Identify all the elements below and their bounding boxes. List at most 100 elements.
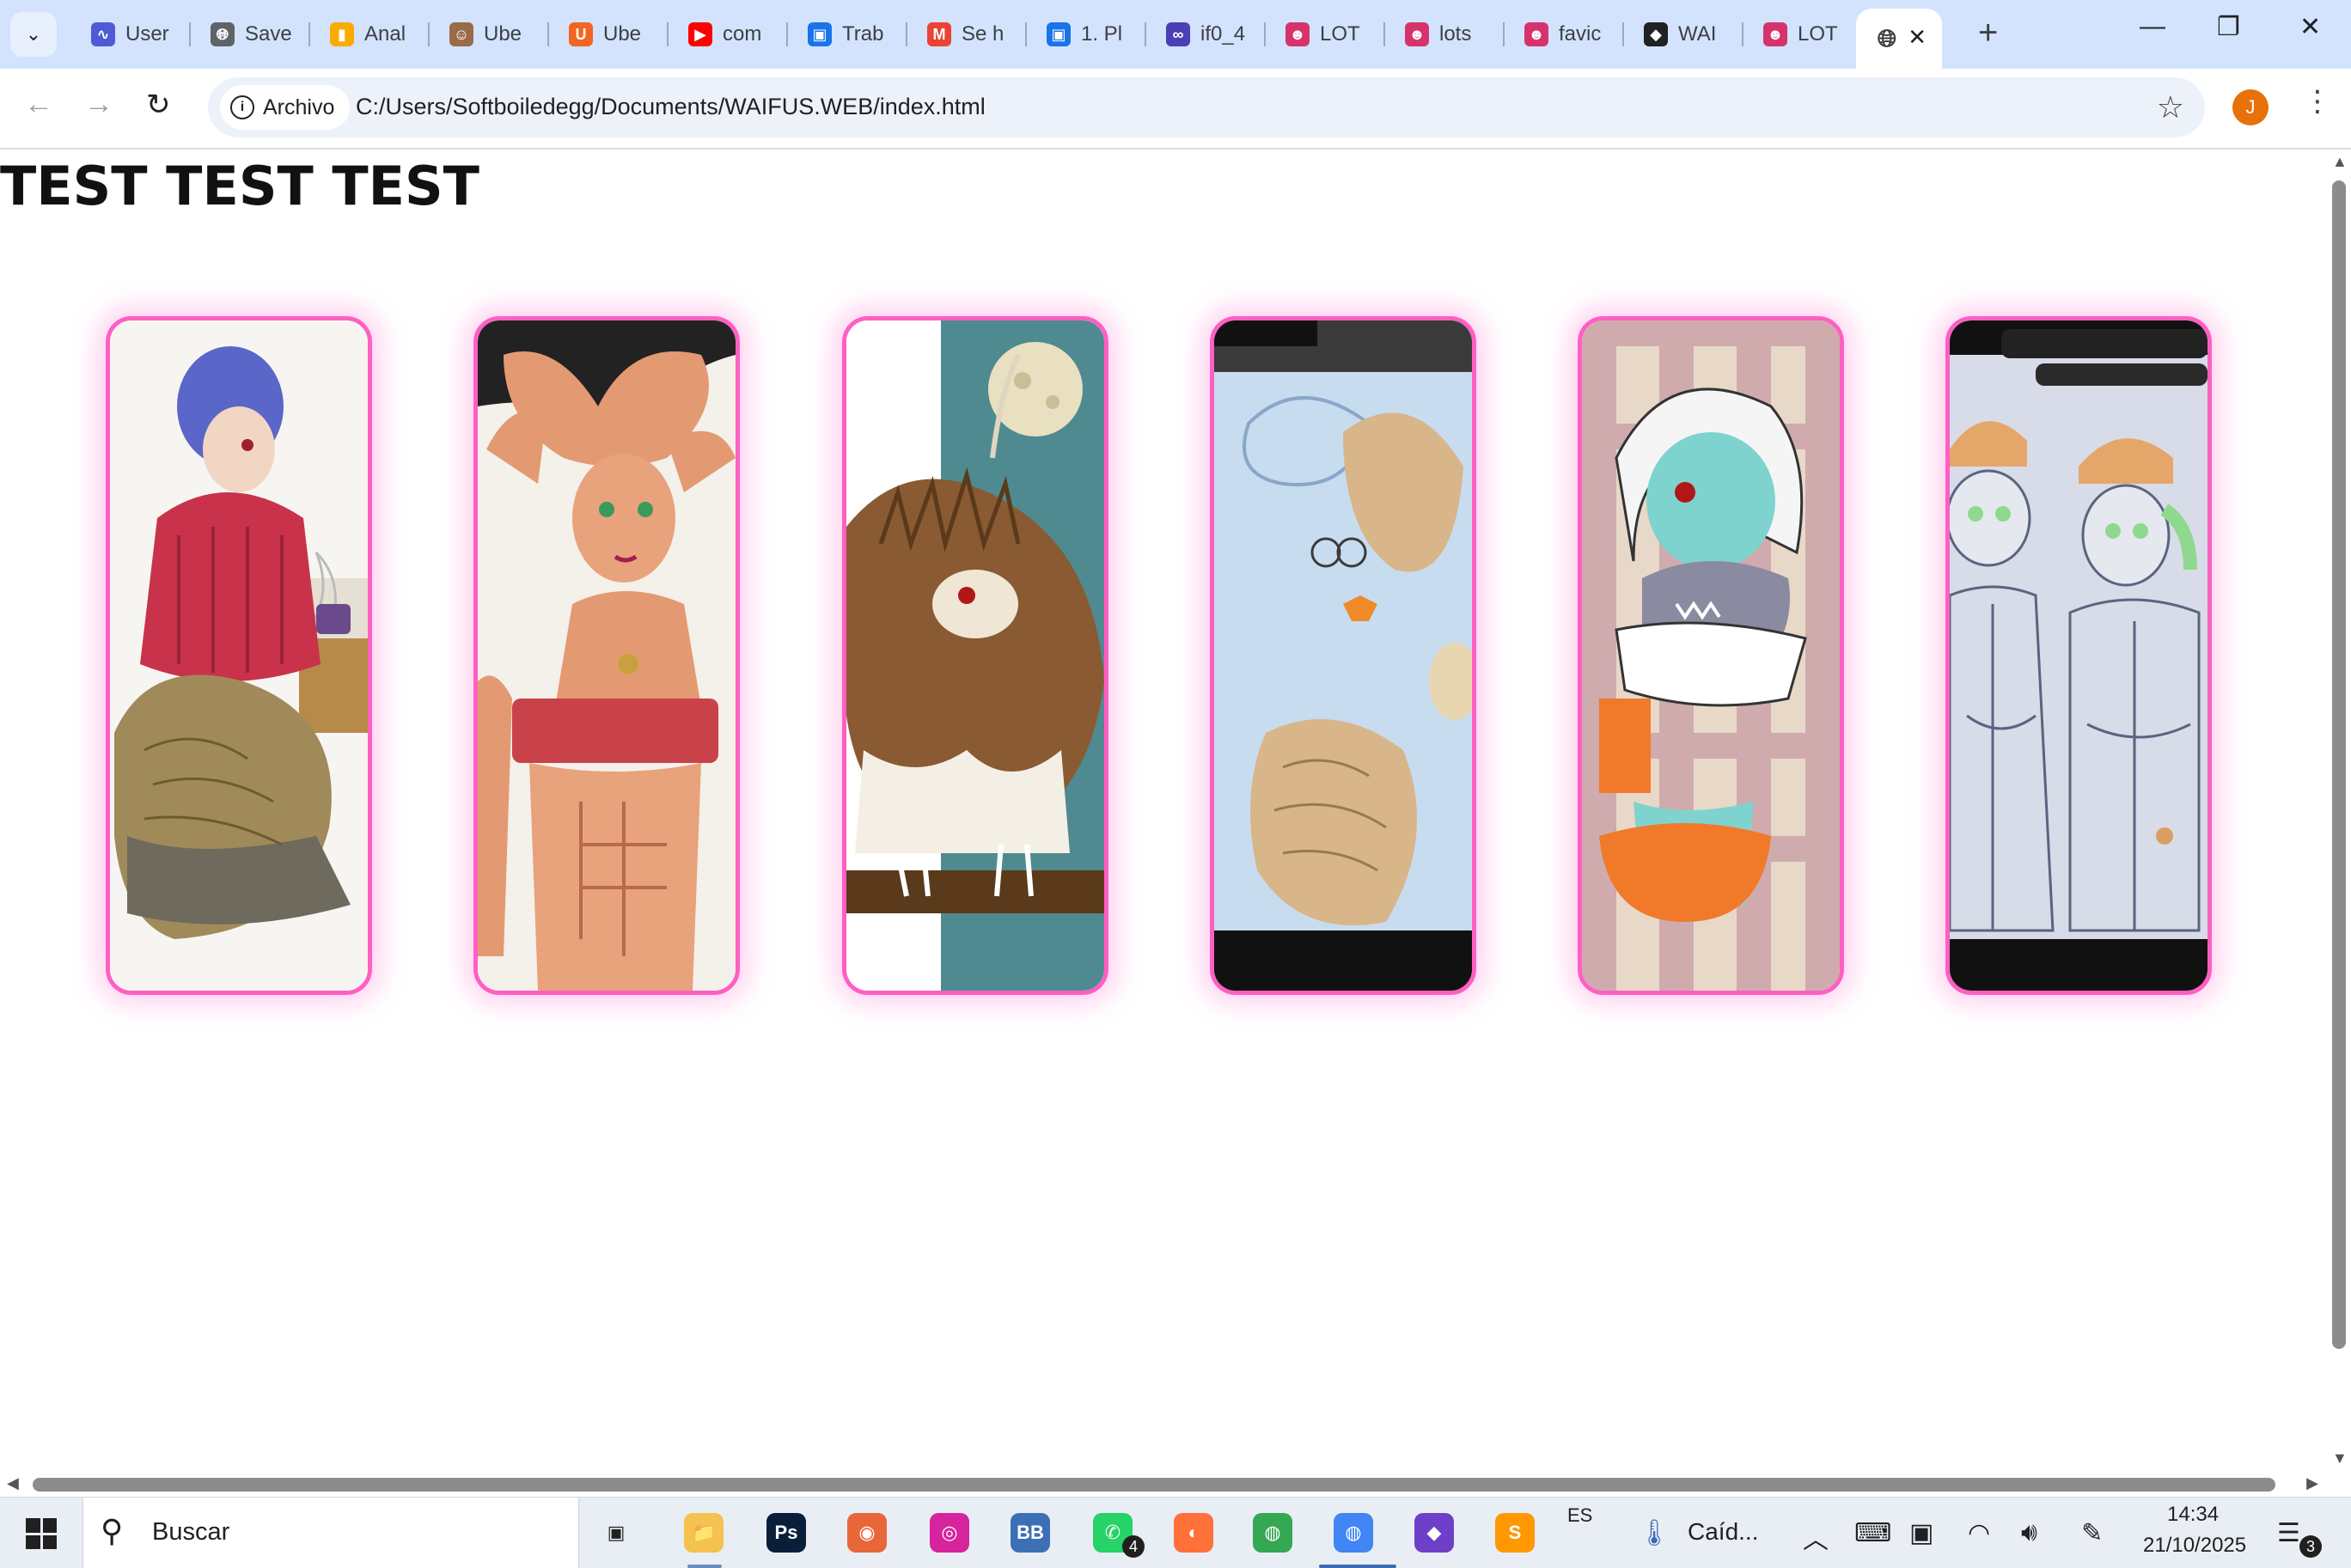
tab-10[interactable]: ∞ if0_4 xyxy=(1147,12,1266,57)
windows-start-icon[interactable] xyxy=(26,1518,57,1549)
bookmark-star-icon[interactable]: ☆ xyxy=(2157,89,2184,125)
device-icon[interactable]: ▣ xyxy=(1909,1518,1933,1548)
tab-8[interactable]: M Se h xyxy=(908,12,1027,57)
tab-search-button[interactable]: ⌄ xyxy=(10,12,57,57)
scroll-right-icon[interactable]: ▶ xyxy=(2306,1474,2318,1492)
infinity-icon: ∞ xyxy=(1166,22,1190,46)
scroll-up-icon[interactable]: ▲ xyxy=(2332,153,2348,171)
tab-3[interactable]: ▮ Anal xyxy=(311,12,430,57)
sublime-icon[interactable]: S xyxy=(1495,1513,1535,1553)
new-tab-button[interactable]: + xyxy=(1978,14,1998,52)
chevron-down-icon: ⌄ xyxy=(25,23,42,45)
youtube-icon: ▶ xyxy=(688,22,712,46)
tab-5[interactable]: U Ube xyxy=(550,12,669,57)
tab-separator xyxy=(1264,22,1266,46)
reload-button[interactable]: ↻ xyxy=(146,88,171,122)
scroll-left-icon[interactable]: ◀ xyxy=(7,1474,19,1492)
classroom-icon: ▣ xyxy=(808,22,832,46)
restore-button[interactable]: ❐ xyxy=(2217,12,2240,42)
close-tab-icon[interactable]: ✕ xyxy=(1908,24,1927,51)
tab-9[interactable]: ▣ 1. Pl xyxy=(1028,12,1146,57)
chrome-icon[interactable]: ◍ xyxy=(1253,1513,1292,1553)
taskbar-search[interactable]: ⚲ Buscar xyxy=(82,1498,579,1568)
tab-15[interactable]: ☻ LOT xyxy=(1744,12,1863,57)
tab-strip: ⌄ ∿ User 🌐︎ Save ▮ Anal ☺ Ube U Ube ▶ com ▣ Trab M Se h… xyxy=(0,0,2351,69)
tab-6[interactable]: ▶ com xyxy=(669,12,788,57)
tab-title: WAI xyxy=(1678,22,1717,46)
tab-4[interactable]: ☺ Ube xyxy=(431,12,549,57)
minimize-button[interactable]: — xyxy=(2140,12,2165,41)
tab-separator xyxy=(547,22,549,46)
scroll-down-icon[interactable]: ▼ xyxy=(2332,1449,2348,1467)
lots-icon: ☻ xyxy=(1524,22,1548,46)
lots-icon: ☻ xyxy=(1763,22,1787,46)
github-icon: ◆ xyxy=(1644,22,1668,46)
weather-text[interactable]: Caíd... xyxy=(1688,1518,1758,1546)
photoshop-icon[interactable]: Ps xyxy=(766,1513,806,1553)
github-desktop-icon[interactable]: ◆ xyxy=(1414,1513,1454,1553)
tab-14[interactable]: ◆ WAI xyxy=(1625,12,1743,57)
forward-button[interactable]: → xyxy=(84,88,113,121)
artwork-card-1[interactable] xyxy=(106,316,372,995)
tab-7[interactable]: ▣ Trab xyxy=(789,12,907,57)
tab-title: LOT xyxy=(1798,22,1838,46)
tab-separator xyxy=(308,22,310,46)
tab-active[interactable]: 🌐︎ ✕ xyxy=(1856,9,1942,69)
tab-12[interactable]: ☻ lots xyxy=(1386,12,1505,57)
site-info-chip[interactable]: i Archivo xyxy=(220,85,351,130)
task-view-icon[interactable]: ▣ xyxy=(596,1513,636,1553)
page-viewport: TEST TEST TEST xyxy=(0,149,2320,1469)
artwork-card-6[interactable] xyxy=(1945,316,2212,995)
globe-icon: 🌐︎ xyxy=(211,22,235,46)
running-indicator xyxy=(687,1565,722,1568)
tab-separator xyxy=(1025,22,1027,46)
profile-avatar[interactable]: J xyxy=(2232,89,2269,125)
tab-11[interactable]: ☻ LOT xyxy=(1267,12,1385,57)
pen-icon[interactable]: ✎ xyxy=(2081,1518,2103,1548)
wifi-icon[interactable]: ◠ xyxy=(1968,1518,1990,1548)
volume-icon[interactable]: 🔊︎ xyxy=(2021,1518,2037,1547)
clock-time[interactable]: 14:34 xyxy=(2167,1503,2219,1527)
vertical-scrollbar[interactable]: ▲ ▼ xyxy=(2325,149,2351,1471)
shark-girl-artwork xyxy=(1582,320,1840,991)
close-window-button[interactable]: ✕ xyxy=(2299,12,2321,42)
horizontal-scroll-thumb[interactable] xyxy=(33,1478,2275,1492)
artwork-card-2[interactable] xyxy=(473,316,740,995)
active-app-indicator xyxy=(1319,1565,1396,1568)
horizontal-scrollbar[interactable]: ◀ ▶ xyxy=(0,1471,2325,1497)
language-indicator[interactable]: ES xyxy=(1567,1504,1592,1527)
tab-title: com xyxy=(723,22,762,46)
info-icon: i xyxy=(230,95,254,119)
instagram-icon[interactable]: ◎ xyxy=(930,1513,969,1553)
artwork-card-3[interactable] xyxy=(842,316,1108,995)
file-explorer-icon[interactable]: 📁 xyxy=(684,1513,724,1553)
browser-menu-icon[interactable]: ⋮ xyxy=(2303,84,2332,119)
artwork-card-5[interactable] xyxy=(1578,316,1844,995)
firefox-icon[interactable]: ◐ xyxy=(1174,1513,1213,1553)
tab-title: Trab xyxy=(842,22,884,46)
chrome-active-icon[interactable]: ◍ xyxy=(1334,1513,1373,1553)
eye-app-icon[interactable]: ◉ xyxy=(847,1513,887,1553)
page-title: TEST TEST TEST xyxy=(0,155,479,217)
chevron-up-icon[interactable]: ︿ xyxy=(1803,1518,1829,1556)
tab-1[interactable]: ∿ User xyxy=(72,12,191,57)
notifications-icon[interactable]: ☰ xyxy=(2277,1518,2300,1548)
swirl-icon: ∿ xyxy=(91,22,115,46)
url-text[interactable]: C:/Users/Softboiledegg/Documents/WAIFUS.… xyxy=(356,94,986,120)
tab-separator xyxy=(189,22,191,46)
keyboard-icon[interactable]: ⌨︎ xyxy=(1854,1518,1891,1548)
artwork-card-4[interactable] xyxy=(1210,316,1476,995)
lots-icon: ☻ xyxy=(1405,22,1429,46)
address-bar[interactable]: i Archivo C:/Users/Softboiledegg/Documen… xyxy=(208,77,2205,137)
pso-bb-icon[interactable]: BB xyxy=(1011,1513,1050,1553)
tab-title: User xyxy=(125,22,169,46)
tab-13[interactable]: ☻ favic xyxy=(1505,12,1624,57)
tab-separator xyxy=(1742,22,1743,46)
back-button[interactable]: ← xyxy=(24,88,53,121)
tab-separator xyxy=(667,22,669,46)
clock-date[interactable]: 21/10/2025 xyxy=(2143,1534,2246,1558)
vertical-scroll-thumb[interactable] xyxy=(2332,180,2346,1349)
lots-icon: ☻ xyxy=(1285,22,1310,46)
tab-2[interactable]: 🌐︎ Save xyxy=(192,12,310,57)
muscular-girl-artwork xyxy=(478,320,736,991)
